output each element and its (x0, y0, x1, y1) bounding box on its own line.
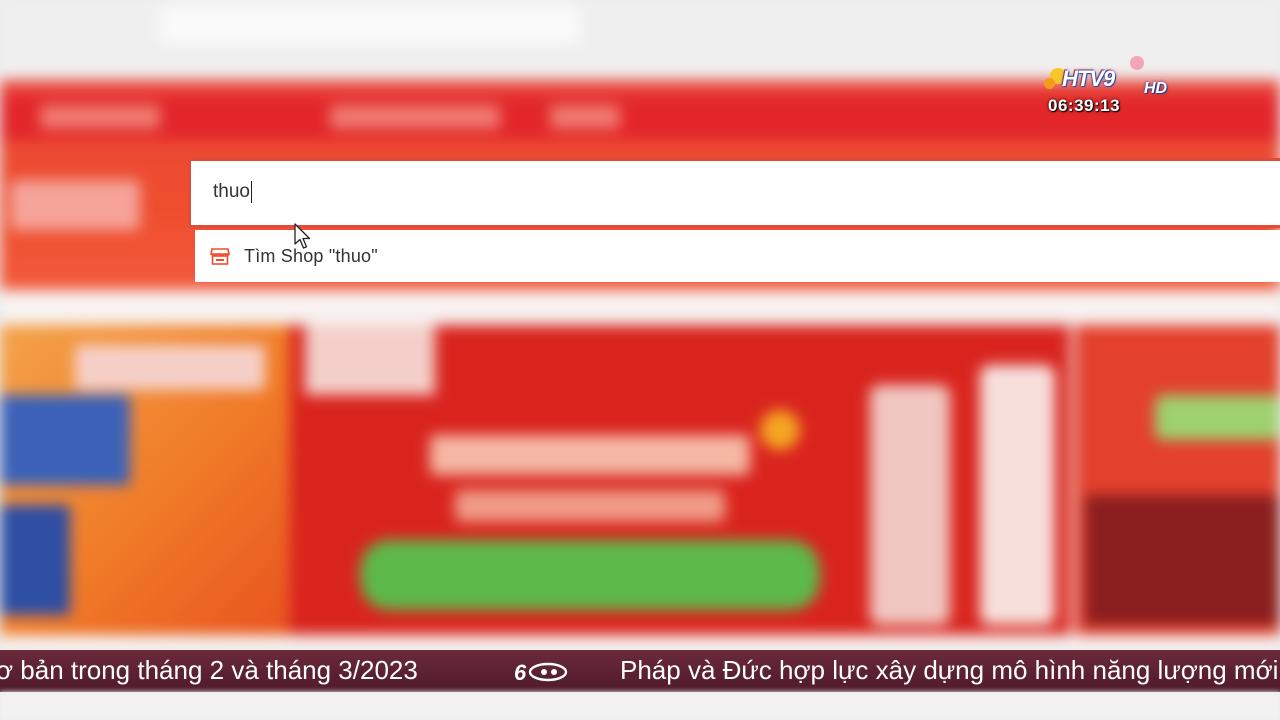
flower-icon (1044, 78, 1055, 89)
text-caret (250, 181, 252, 203)
bottom-strip (0, 692, 1280, 720)
search-query: thuo (213, 181, 250, 202)
browser-tab (160, 6, 580, 44)
ticker-item: Pháp và Đức hợp lực xây dựng mô hình năn… (620, 655, 1279, 685)
mouse-cursor-icon (294, 223, 311, 249)
promo-banner-main (290, 325, 1070, 635)
site-logo (10, 180, 140, 230)
blossom-icon (1130, 56, 1144, 70)
suggestion-find-shop[interactable]: Tìm Shop "thuo" (195, 230, 1280, 282)
channel-name: HTV9 (1062, 66, 1115, 91)
promo-banner-right (1075, 325, 1280, 635)
search-input-text: thuo (213, 181, 252, 203)
search-suggestions-dropdown: Tìm Shop "thuo" (195, 230, 1280, 282)
news-ticker: ơ bản trong tháng 2 và tháng 3/2023 6 Ph… (0, 650, 1280, 692)
search-input[interactable]: thuo (188, 158, 1280, 228)
ticker-item: ơ bản trong tháng 2 và tháng 3/2023 (0, 655, 418, 685)
promo-banner-left (0, 325, 290, 635)
htv-ticker-logo-icon: 6 (514, 660, 568, 685)
shop-icon (210, 248, 230, 265)
svg-text:6: 6 (514, 660, 527, 685)
broadcast-clock: 06:39:13 (1048, 96, 1121, 115)
channel-hd-badge: HD (1144, 80, 1168, 97)
